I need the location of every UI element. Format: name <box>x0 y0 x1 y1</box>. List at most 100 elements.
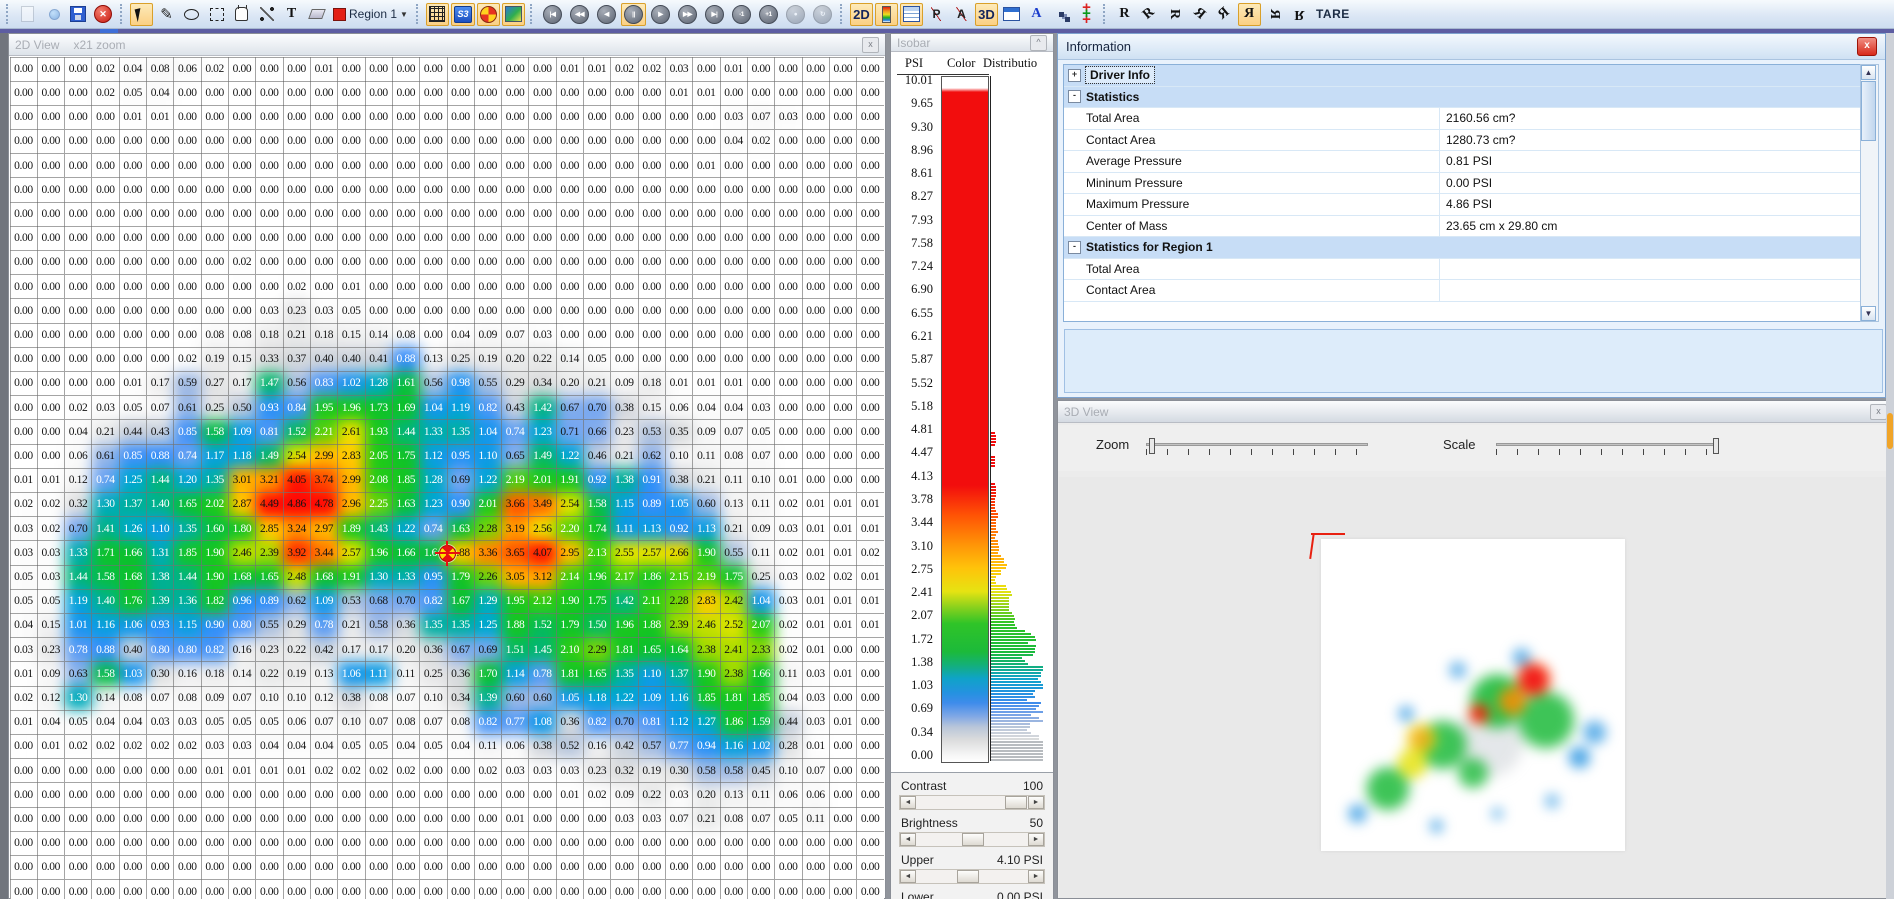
play-button[interactable]: ▶ <box>648 3 673 26</box>
go-end-button[interactable]: ▶| <box>702 3 727 26</box>
rotate-0-button[interactable]: R <box>1113 3 1136 26</box>
info-item-row[interactable]: Mininum Pressure0.00 PSI <box>1064 173 1865 195</box>
select-tool-button[interactable] <box>130 3 153 26</box>
collapse-icon[interactable]: - <box>1068 90 1081 103</box>
grid-cell: 0.00 <box>802 178 830 203</box>
scroll-down-icon[interactable]: ▼ <box>1861 306 1876 321</box>
window-layout-button[interactable] <box>1000 3 1023 26</box>
rotate-45-button[interactable]: R <box>1138 3 1161 26</box>
pause-button[interactable]: || <box>621 3 646 26</box>
scrollbar-thumb[interactable] <box>1861 81 1876 141</box>
close-button[interactable] <box>91 3 115 26</box>
view-3d-button[interactable]: 3D <box>975 3 998 26</box>
grid-toggle-button[interactable] <box>426 3 449 26</box>
expand-icon[interactable]: + <box>1068 69 1081 82</box>
mirror-button[interactable]: R <box>1238 3 1261 26</box>
grid-cell: 0.00 <box>92 372 120 397</box>
grid-view-button[interactable] <box>900 3 923 26</box>
rotate-270-button[interactable]: R <box>1263 3 1286 26</box>
brightness-thumb[interactable] <box>962 833 984 846</box>
flip-vertical-button[interactable]: R <box>1288 3 1311 26</box>
area-plot-button[interactable]: A <box>950 3 973 26</box>
upper-decrease-icon[interactable]: ◄ <box>900 870 916 883</box>
panel-2d-close-icon[interactable]: x <box>862 37 879 53</box>
grid-cell: 0.74 <box>92 468 120 493</box>
grid-cell: 0.00 <box>447 130 475 155</box>
info-item-row[interactable]: Contact Area1280.73 cm? <box>1064 130 1865 152</box>
gradient-view-button[interactable] <box>502 3 525 26</box>
zoom-slider[interactable] <box>1146 443 1368 446</box>
ellipse-tool-button[interactable] <box>180 3 203 26</box>
info-section-row[interactable]: -Statistics <box>1064 87 1865 109</box>
grid-cell: 0.00 <box>392 807 420 832</box>
isobar-view-button[interactable] <box>875 3 898 26</box>
grid-cell: 1.35 <box>447 420 475 445</box>
pie-view-button[interactable] <box>477 3 500 26</box>
pencil-tool-button[interactable] <box>155 3 178 26</box>
contrast-thumb[interactable] <box>1005 796 1027 809</box>
go-start-button[interactable]: |◀ <box>540 3 565 26</box>
right-scroll-thumb[interactable] <box>1887 413 1893 449</box>
mirror-135-button[interactable]: R <box>1213 3 1236 26</box>
info-item-row[interactable]: Center of Mass23.65 cm x 29.80 cm <box>1064 216 1865 238</box>
info-section-row[interactable]: +Driver Info <box>1064 65 1865 87</box>
grid-cell: 0.00 <box>283 880 311 899</box>
view-2d-button[interactable]: 2D <box>850 3 873 26</box>
text-tool-button[interactable]: T <box>280 3 303 26</box>
rotate-90-button[interactable]: R <box>1163 3 1186 26</box>
info-item-row[interactable]: Total Area <box>1064 259 1865 281</box>
brightness-increase-icon[interactable]: ► <box>1028 833 1044 846</box>
contrast-scrollbar[interactable]: ◄► <box>899 795 1045 810</box>
rect-select-tool-button[interactable] <box>205 3 228 26</box>
pan-tool-button[interactable] <box>230 3 253 26</box>
brightness-scrollbar[interactable]: ◄► <box>899 832 1045 847</box>
scale-slider[interactable] <box>1496 443 1718 446</box>
fast-forward-button[interactable]: ▶▶ <box>675 3 700 26</box>
info-item-row[interactable]: Contact Area <box>1064 280 1865 302</box>
grid-cell: 1.37 <box>666 662 694 687</box>
contrast-decrease-icon[interactable]: ◄ <box>900 796 916 809</box>
right-scroll-strip[interactable] <box>1886 33 1894 899</box>
information-scrollbar[interactable]: ▲ ▼ <box>1860 64 1879 322</box>
rewind-button[interactable]: ◀◀ <box>567 3 592 26</box>
info-item-row[interactable]: Maximum Pressure4.86 PSI <box>1064 194 1865 216</box>
grid-cell: 0.00 <box>747 880 775 899</box>
save-button[interactable] <box>66 3 89 26</box>
info-section-row[interactable]: -Statistics for Region 1 <box>1064 237 1865 259</box>
eraser-tool-button[interactable] <box>305 3 328 26</box>
contrast-increase-icon[interactable]: ► <box>1028 796 1044 809</box>
plus-one-frame-button[interactable]: +1 <box>756 3 781 26</box>
grid-cell: 0.02 <box>147 735 175 760</box>
tare-button[interactable]: TARE <box>1313 3 1353 26</box>
upper-thumb[interactable] <box>957 870 979 883</box>
pressure-plot-button[interactable]: P <box>925 3 948 26</box>
info-item-row[interactable]: Average Pressure0.81 PSI <box>1064 151 1865 173</box>
upper-scrollbar[interactable]: ◄► <box>899 869 1045 884</box>
upper-increase-icon[interactable]: ► <box>1028 870 1044 883</box>
grid-cell: 0.00 <box>65 202 93 227</box>
mirror-45-button[interactable]: R <box>1188 3 1211 26</box>
panel-isobar-collapse-icon[interactable]: ^ <box>1030 35 1047 51</box>
font-button[interactable]: A <box>1025 3 1048 26</box>
region-selector[interactable]: Region 1▼ <box>330 3 411 26</box>
tare-button-icon: TARE <box>1316 7 1350 21</box>
grid-cell: 1.22 <box>556 444 584 469</box>
minus-one-frame-button[interactable]: -1 <box>729 3 754 26</box>
nodes-button[interactable] <box>1050 3 1073 26</box>
grid-cell: 0.00 <box>256 57 284 82</box>
panel-isobar-header: Isobar ^ <box>891 34 1053 52</box>
measure-tool-button[interactable] <box>255 3 278 26</box>
sensor-s3-button[interactable]: S3 <box>451 3 475 26</box>
panel-3d-close-icon[interactable]: x <box>1870 404 1887 420</box>
scroll-up-icon[interactable]: ▲ <box>1861 65 1876 80</box>
info-item-row[interactable]: Total Area2160.56 cm? <box>1064 108 1865 130</box>
collapse-icon[interactable]: - <box>1068 241 1081 254</box>
information-close-icon[interactable]: x <box>1857 37 1877 56</box>
prev-frame-button[interactable]: ◀ <box>594 3 619 26</box>
pressure-grid[interactable]: 0.000.000.000.020.040.080.060.020.000.00… <box>10 57 884 899</box>
grid-cell: 0.00 <box>310 831 338 856</box>
3d-render-area[interactable] <box>1059 477 1894 898</box>
brightness-decrease-icon[interactable]: ◄ <box>900 833 916 846</box>
crosshair-button[interactable]: + <box>1075 3 1098 26</box>
isobar-scale-label: 8.61 <box>893 166 933 181</box>
